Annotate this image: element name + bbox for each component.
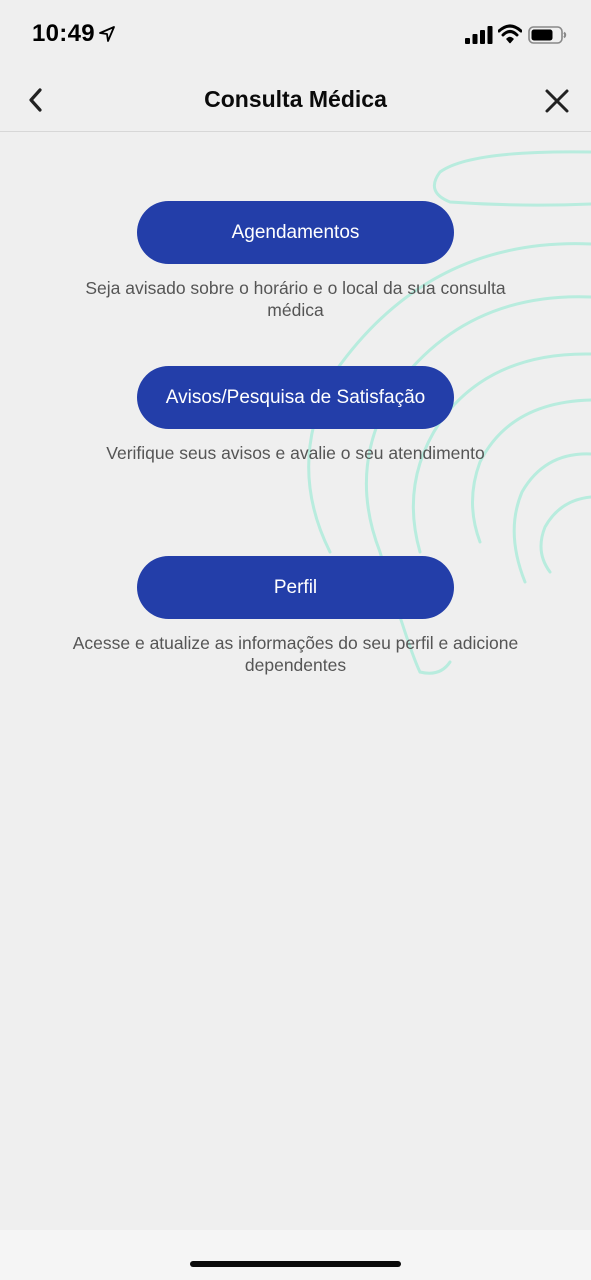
perfil-button[interactable]: Perfil [137, 556, 454, 619]
avisos-pesquisa-description: Verifique seus avisos e avalie o seu ate… [106, 443, 485, 463]
cellular-signal-icon [465, 26, 493, 44]
close-icon [545, 89, 569, 113]
navigation-bar: Consulta Médica [0, 70, 591, 132]
home-indicator[interactable] [190, 1261, 401, 1267]
battery-icon [528, 26, 567, 44]
wifi-icon [498, 24, 522, 44]
avisos-pesquisa-button[interactable]: Avisos/Pesquisa de Satisfação [137, 366, 454, 429]
status-time: 10:49 [32, 20, 95, 47]
page-title: Consulta Médica [204, 86, 387, 112]
bottom-bar [0, 1230, 591, 1280]
location-arrow-icon [99, 26, 115, 42]
close-button[interactable] [540, 84, 574, 118]
agendamentos-button[interactable]: Agendamentos [137, 201, 454, 264]
status-bar: 10:49 [0, 0, 591, 70]
perfil-description: Acesse e atualize as informações do seu … [72, 633, 519, 675]
agendamentos-description: Seja avisado sobre o horário e o local d… [85, 278, 506, 320]
